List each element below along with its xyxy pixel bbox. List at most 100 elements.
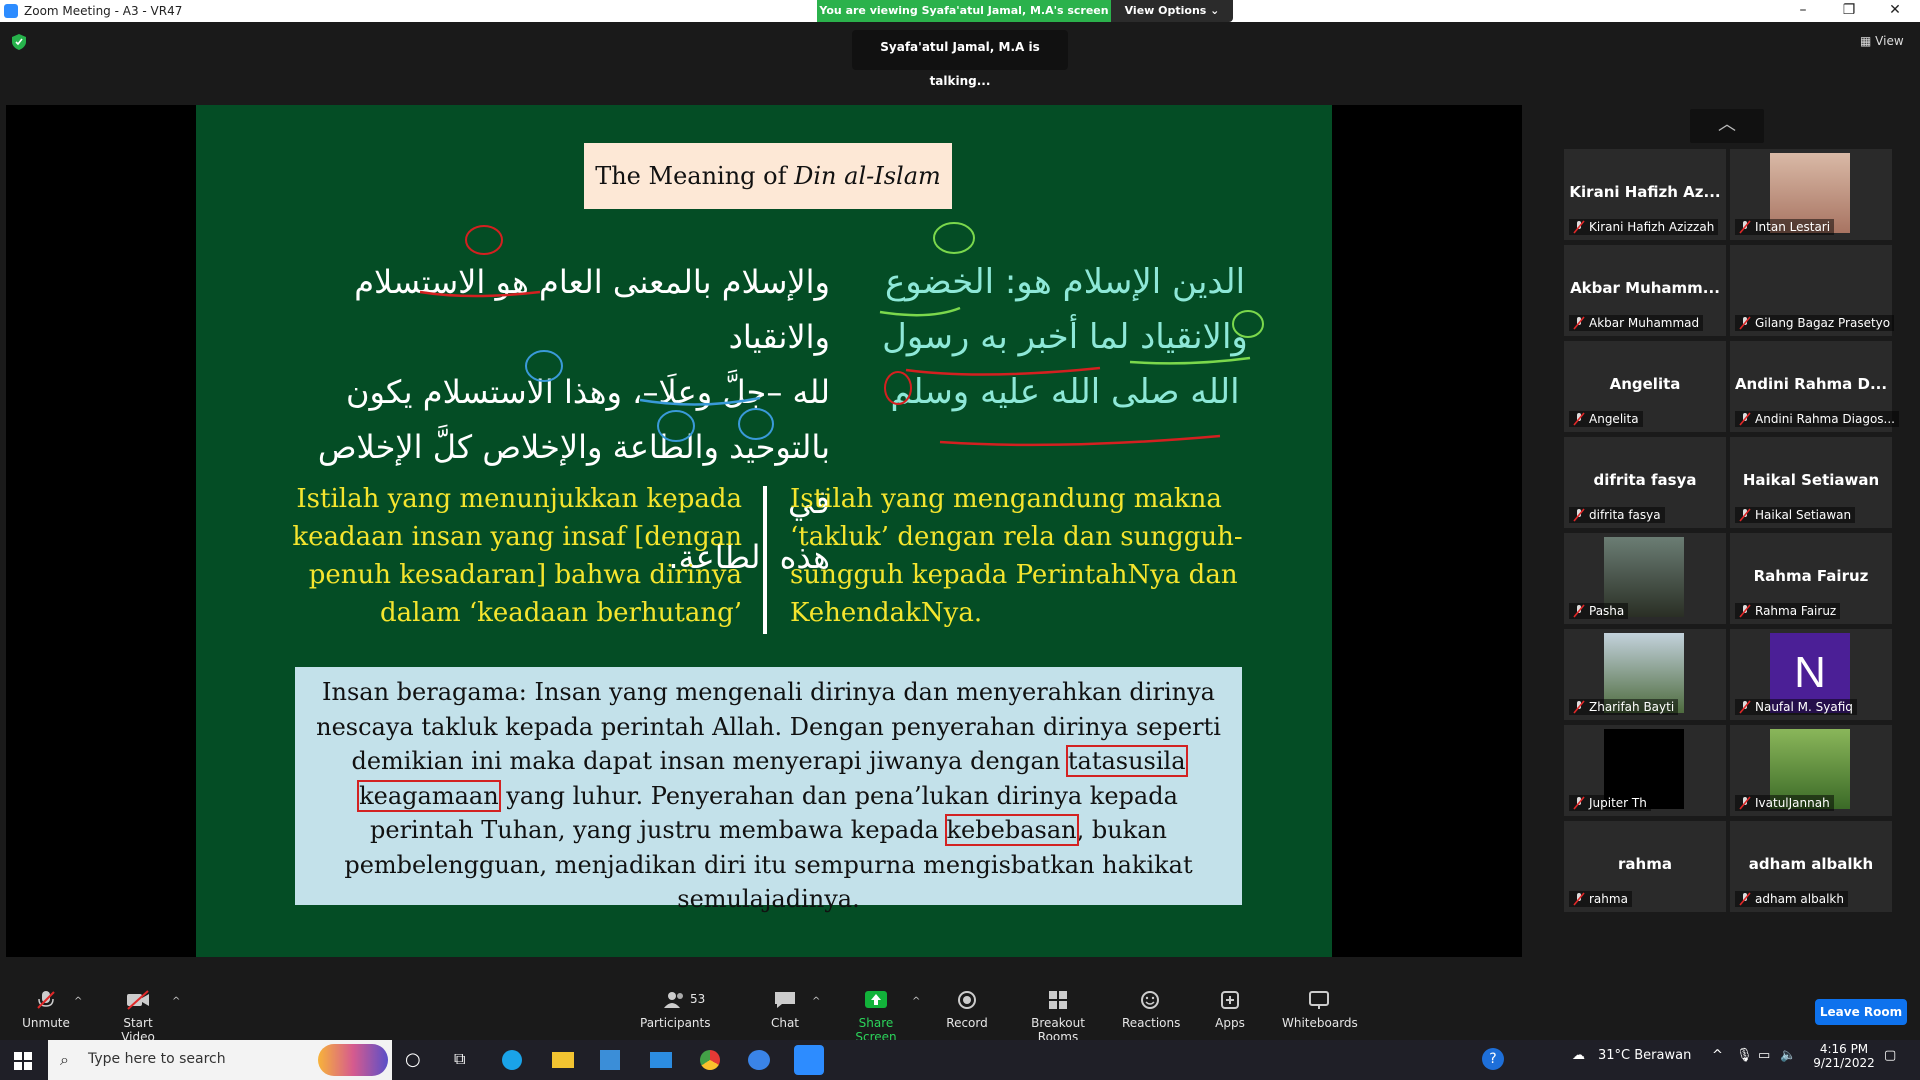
participant-tile[interactable]: rahma rahma: [1564, 821, 1726, 912]
cloud-icon: ☁: [1572, 1048, 1585, 1063]
participant-name-large: rahma: [1618, 855, 1672, 873]
muted-mic-icon: [1739, 892, 1751, 906]
chat-button[interactable]: Chat: [770, 990, 800, 1030]
muted-mic-icon: [1573, 220, 1585, 234]
unmute-button[interactable]: Unmute: [22, 990, 70, 1030]
clock[interactable]: 4:16 PM 9/21/2022: [1810, 1042, 1878, 1070]
start-video-button[interactable]: Start Video: [108, 990, 168, 1044]
participant-name-label: Gilang Bagaz Prasetyo: [1735, 315, 1895, 331]
participant-tile[interactable]: Intan Lestari: [1730, 149, 1892, 240]
muted-mic-icon: [1739, 796, 1751, 810]
reactions-button[interactable]: Reactions: [1122, 990, 1180, 1030]
participant-name-large: Haikal Setiawan: [1742, 471, 1880, 489]
audio-options-caret[interactable]: ^: [74, 996, 82, 1007]
search-icon: ⌕: [60, 1050, 69, 1069]
yellow-right-line: Istilah yang mengandung makna: [790, 484, 1222, 514]
chrome-icon[interactable]: [700, 1050, 720, 1070]
participant-name-label: Intan Lestari: [1735, 219, 1835, 235]
collapse-gallery-button[interactable]: ︿: [1690, 109, 1764, 143]
participant-tile[interactable]: Rahma Fairuz Rahma Fairuz: [1730, 533, 1892, 624]
participant-tile[interactable]: Haikal Setiawan Haikal Setiawan: [1730, 437, 1892, 528]
whiteboard-icon: [1309, 991, 1329, 1009]
muted-mic-icon: [1739, 508, 1751, 522]
chevron-up-icon: ︿: [1718, 114, 1736, 135]
search-highlight-image: [318, 1044, 388, 1076]
share-options-caret[interactable]: ^: [912, 996, 920, 1007]
search-placeholder: Type here to search: [88, 1051, 226, 1067]
participant-name-text: Haikal Setiawan: [1755, 508, 1852, 522]
participant-name-large: Akbar Muhamm...: [1570, 279, 1720, 297]
edge-icon[interactable]: [502, 1050, 522, 1070]
breakout-rooms-button[interactable]: Breakout Rooms: [1014, 990, 1102, 1044]
participant-name-label: IvatulJannah: [1735, 795, 1834, 811]
participant-name-label: Haikal Setiawan: [1735, 507, 1856, 523]
share-screen-icon: [865, 991, 887, 1008]
participant-name-text: adham albalkh: [1755, 892, 1844, 906]
participant-tile[interactable]: Jupiter Th: [1564, 725, 1726, 816]
participant-tile[interactable]: Pasha: [1564, 533, 1726, 624]
network-icon[interactable]: ▭: [1758, 1048, 1770, 1063]
participant-tile[interactable]: Andini Rahma D... Andini Rahma Diagos...: [1730, 341, 1899, 432]
taskbar-search[interactable]: ⌕ Type here to search: [48, 1040, 392, 1080]
participant-name-text: Pasha: [1589, 604, 1625, 618]
muted-mic-icon: [1739, 700, 1751, 714]
slide-divider: [763, 486, 767, 634]
task-view-icon[interactable]: ⧉: [454, 1049, 465, 1069]
participant-tile[interactable]: IvatulJannah: [1730, 725, 1892, 816]
participant-name-label: Kirani Hafizh Azizzah: [1569, 219, 1719, 235]
file-explorer-icon[interactable]: [552, 1052, 574, 1068]
participant-name-text: Andini Rahma Diagos...: [1755, 412, 1895, 426]
volume-icon[interactable]: 🔈: [1780, 1048, 1796, 1063]
yellow-text-right: Istilah yang mengandung makna ‘takluk’ d…: [790, 480, 1250, 632]
participant-tile[interactable]: adham albalkh adham albalkh: [1730, 821, 1892, 912]
participant-name-label: Angelita: [1569, 411, 1643, 427]
apps-label: Apps: [1215, 1016, 1245, 1030]
participant-tile[interactable]: N Naufal M. Syafiq: [1730, 629, 1892, 720]
zoom-meeting-taskbar-icon[interactable]: [794, 1045, 824, 1075]
participant-tile[interactable]: Kirani Hafizh Az... Kirani Hafizh Azizzah: [1564, 149, 1726, 240]
yellow-text-left: Istilah yang menunjukkan kepada keadaan …: [290, 480, 742, 632]
zoom-taskbar-icon[interactable]: [748, 1050, 770, 1070]
highlight-box: kebebasan: [944, 814, 1079, 846]
participant-tile[interactable]: Angelita Angelita: [1564, 341, 1726, 432]
record-button[interactable]: Record: [946, 990, 988, 1030]
definition-text: Insan beragama: Insan yang mengenali dir…: [295, 667, 1242, 925]
windows-start-icon[interactable]: [14, 1052, 32, 1070]
apps-button[interactable]: Apps: [1212, 990, 1248, 1030]
unmute-label: Unmute: [22, 1016, 70, 1030]
participant-name-text: IvatulJannah: [1755, 796, 1830, 810]
help-icon[interactable]: ?: [1482, 1048, 1504, 1070]
participant-tile[interactable]: difrita fasya difrita fasya: [1564, 437, 1726, 528]
muted-mic-icon: [1739, 412, 1751, 426]
participant-name-text: Jupiter Th: [1589, 796, 1647, 810]
chat-icon: [775, 992, 795, 1008]
store-icon[interactable]: [600, 1050, 620, 1070]
muted-mic-icon: [1573, 412, 1585, 426]
participant-name-large: Kirani Hafizh Az...: [1569, 183, 1721, 201]
weather-text[interactable]: 31°C Berawan: [1598, 1048, 1691, 1063]
tray-chevron-icon[interactable]: ^: [1712, 1048, 1723, 1063]
participant-tile[interactable]: Gilang Bagaz Prasetyo: [1730, 245, 1895, 336]
participant-name-text: rahma: [1589, 892, 1628, 906]
participant-tile[interactable]: Zharifah Bayti: [1564, 629, 1726, 720]
leave-room-button[interactable]: Leave Room: [1815, 999, 1907, 1025]
participant-name-label: Rahma Fairuz: [1735, 603, 1841, 619]
participant-name-large: Rahma Fairuz: [1753, 567, 1869, 585]
video-options-caret[interactable]: ^: [172, 996, 180, 1007]
share-screen-button[interactable]: Share Screen: [840, 990, 912, 1044]
notifications-icon[interactable]: ▢: [1884, 1048, 1896, 1063]
yellow-left-line: penuh kesadaran] bahwa dirinya: [308, 560, 742, 590]
clock-time: 4:16 PM: [1819, 1042, 1869, 1056]
participant-name-text: Gilang Bagaz Prasetyo: [1755, 316, 1891, 330]
whiteboards-label: Whiteboards: [1282, 1016, 1358, 1030]
whiteboards-button[interactable]: Whiteboards: [1282, 990, 1358, 1030]
mail-icon[interactable]: [650, 1052, 672, 1068]
microphone-muted-icon: [37, 991, 55, 1009]
participant-tile[interactable]: Akbar Muhamm... Akbar Muhammad: [1564, 245, 1726, 336]
chat-options-caret[interactable]: ^: [812, 996, 820, 1007]
cortana-icon[interactable]: ○: [405, 1049, 421, 1070]
participant-name-label: rahma: [1569, 891, 1632, 907]
participant-name-text: Kirani Hafizh Azizzah: [1589, 220, 1715, 234]
participant-name-label: Pasha: [1569, 603, 1629, 619]
microphone-icon[interactable]: 🎙: [1736, 1048, 1753, 1063]
